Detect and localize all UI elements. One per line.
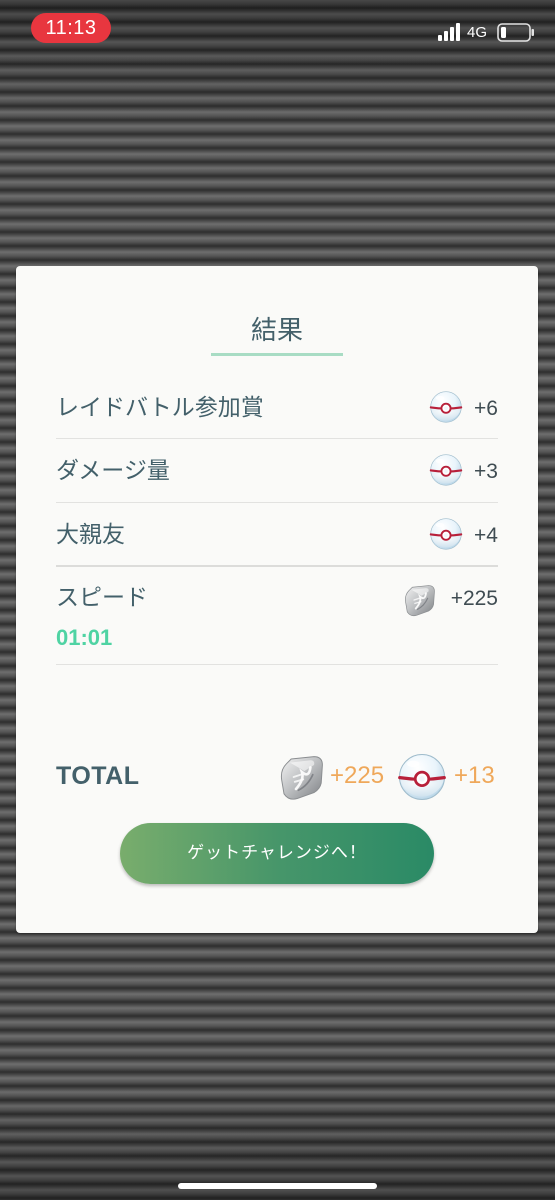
- row-label: ダメージ量: [56, 458, 170, 484]
- total-ball-amount: +13: [454, 762, 495, 789]
- network-type: 4G: [467, 24, 488, 41]
- total-label: TOTAL: [56, 762, 140, 790]
- row-label: レイドバトル参加賞: [56, 395, 264, 421]
- row-divider: [56, 565, 498, 567]
- status-time: 11:13: [31, 13, 111, 43]
- row-value: +6: [474, 397, 498, 420]
- signal-icon: [438, 23, 460, 41]
- results-panel: 結果 レイドバトル参加賞 +6 ダメージ量 +3 大親友 +4 スピード 01:…: [16, 266, 538, 933]
- premier-ball-icon: [429, 390, 463, 424]
- catch-challenge-button[interactable]: ゲットチャレンジへ！: [120, 823, 434, 884]
- battery-icon: [497, 23, 534, 42]
- home-indicator[interactable]: [178, 1183, 377, 1189]
- row-label: 大親友: [56, 522, 125, 548]
- premier-ball-icon: [429, 517, 463, 551]
- row-divider: [56, 502, 498, 503]
- total-stardust-amount: +225: [330, 762, 385, 789]
- status-bar: 11:13 4G: [0, 0, 555, 56]
- speed-time: 01:01: [56, 625, 113, 650]
- premier-ball-icon: [429, 453, 463, 487]
- reward-row-speed: スピード 01:01 +225: [56, 583, 498, 655]
- panel-title: 結果: [250, 316, 303, 346]
- row-value: +4: [474, 524, 498, 547]
- stardust-icon: [403, 583, 437, 617]
- title-underline: [211, 353, 343, 356]
- row-value: +3: [474, 460, 498, 483]
- row-label: スピード: [56, 585, 148, 611]
- premier-ball-icon: [397, 752, 447, 802]
- row-divider: [56, 438, 498, 439]
- row-divider: [56, 664, 498, 665]
- row-value: +225: [450, 587, 498, 610]
- stardust-icon: [278, 753, 326, 801]
